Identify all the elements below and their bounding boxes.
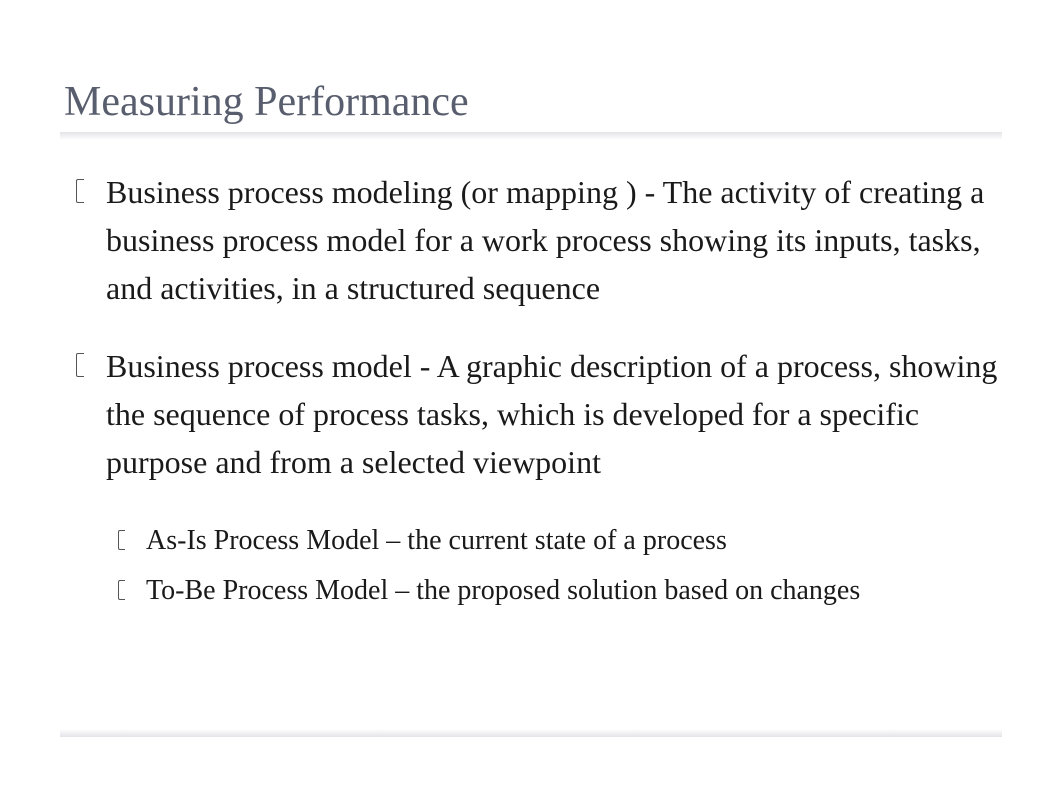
bullet-list-level1: Business process modeling (or mapping ) … <box>64 168 998 612</box>
list-item: Business process modeling (or mapping ) … <box>102 168 998 312</box>
slide-title: Measuring Performance <box>64 78 998 126</box>
bullet-list-level2: As-Is Process Model – the current state … <box>106 520 998 612</box>
list-item-text: As-Is Process Model – the current state … <box>146 525 727 556</box>
list-item-text: To-Be Process Model – the proposed solut… <box>146 575 860 606</box>
list-item-text: Business process modeling (or mapping ) … <box>106 174 984 306</box>
list-item: Business process model - A graphic descr… <box>102 342 998 612</box>
list-item: As-Is Process Model – the current state … <box>142 520 998 562</box>
footer-divider <box>60 729 1002 737</box>
list-item: To-Be Process Model – the proposed solut… <box>142 570 998 612</box>
list-item-text: Business process model - A graphic descr… <box>106 348 997 480</box>
title-divider <box>60 132 1002 140</box>
